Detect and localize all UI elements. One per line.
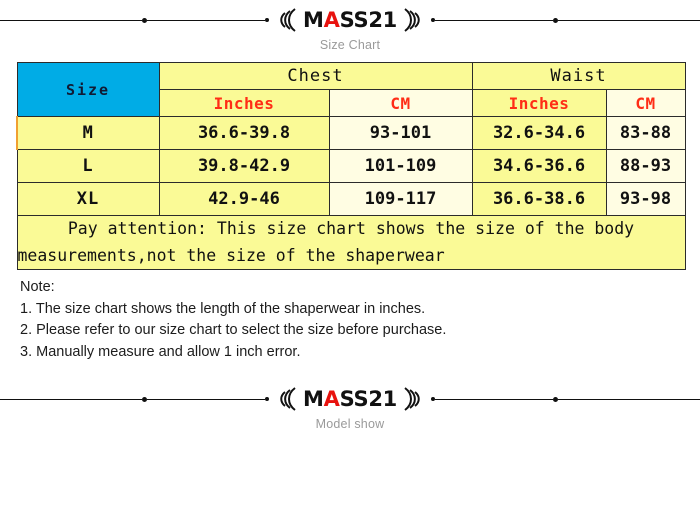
brand-logo-suffix: SS21 bbox=[339, 386, 398, 411]
cell-waist-cm-l: 88-93 bbox=[605, 149, 686, 183]
cell-waist-cm-m: 83-88 bbox=[605, 116, 686, 150]
cell-waist-inches-l: 34.6-36.6 bbox=[471, 149, 607, 183]
divider-rule-left-outer bbox=[0, 19, 55, 21]
cell-waist-inches-m: 32.6-34.6 bbox=[471, 116, 607, 150]
bottom-divider-left-group bbox=[0, 379, 270, 419]
header-unit-chest-inches: Inches bbox=[158, 89, 330, 117]
cell-waist-inches-xl: 36.6-38.6 bbox=[471, 182, 607, 216]
brand-logo-top: MASS21 bbox=[299, 7, 401, 32]
bottom-divider-right-group bbox=[430, 379, 700, 419]
cell-waist-cm-xl: 93-98 bbox=[605, 182, 686, 216]
brand-logo-bottom: MASS21 bbox=[299, 386, 401, 411]
header-size: Size bbox=[16, 62, 160, 117]
bottom-divider-rule-left-inner bbox=[147, 398, 266, 400]
cell-size-l: L bbox=[16, 149, 160, 183]
sound-wave-right-icon bbox=[404, 8, 420, 32]
brand-logo-accent: A bbox=[323, 386, 340, 411]
table-row: L 39.8-42.9 101-109 34.6-36.6 88-93 bbox=[16, 149, 686, 183]
bottom-divider-rule-left-outer bbox=[0, 398, 55, 400]
top-brand-caption: Size Chart bbox=[319, 38, 381, 52]
table-row: XL 42.9-46 109-117 36.6-38.6 93-98 bbox=[16, 182, 686, 216]
bottom-divider-rule-right-inner bbox=[434, 398, 553, 400]
divider-rule-right-outer bbox=[645, 19, 700, 21]
brand-logo-prefix: M bbox=[303, 386, 324, 411]
note-item-2: 2. Please refer to our size chart to sel… bbox=[20, 322, 447, 339]
header-group-chest: Chest bbox=[158, 62, 473, 90]
header-group-waist: Waist bbox=[471, 62, 686, 90]
divider-right-group bbox=[430, 0, 700, 40]
divider-rule-left-mid bbox=[54, 19, 143, 21]
cell-size-xl: XL bbox=[16, 182, 160, 216]
note-item-1: 1. The size chart shows the length of th… bbox=[20, 300, 426, 317]
bottom-brand-divider: MASS21 Model show bbox=[0, 379, 700, 441]
table-attention-row: Pay attention: This size chart shows the… bbox=[16, 214, 686, 271]
cell-chest-cm-xl: 109-117 bbox=[328, 182, 473, 216]
table-header-row-groups: Size Chest Waist bbox=[16, 62, 686, 117]
bottom-spacer bbox=[0, 363, 700, 379]
sound-wave-right-icon bbox=[404, 387, 420, 412]
bottom-brand-caption: Model show bbox=[315, 417, 385, 432]
cell-chest-inches-xl: 42.9-46 bbox=[158, 182, 330, 216]
divider-rule-right-inner bbox=[434, 19, 553, 21]
cell-chest-inches-m: 36.6-39.8 bbox=[158, 116, 330, 150]
bottom-divider-rule-left-mid bbox=[54, 398, 143, 400]
note-block: Note: 1. The size chart shows the length… bbox=[0, 270, 700, 363]
note-title: Note: bbox=[20, 279, 55, 296]
bottom-divider-rule-right-mid bbox=[557, 398, 646, 400]
bottom-divider-rule-right-outer bbox=[645, 398, 700, 400]
sound-wave-left-icon bbox=[280, 387, 296, 412]
header-unit-waist-cm: CM bbox=[605, 89, 686, 117]
divider-dot-left-inner bbox=[265, 18, 270, 22]
brand-logo-accent: A bbox=[323, 7, 340, 32]
sound-wave-left-icon bbox=[280, 8, 296, 32]
cell-size-m: M bbox=[16, 116, 160, 150]
cell-chest-cm-l: 101-109 bbox=[328, 149, 473, 183]
size-table-zone: Size Chest Waist Inches CM Inches CM M 3… bbox=[0, 62, 700, 271]
size-chart-table: Size Chest Waist Inches CM Inches CM M 3… bbox=[16, 62, 686, 271]
cell-chest-inches-l: 39.8-42.9 bbox=[158, 149, 330, 183]
size-chart-page: MASS21 Size Chart Size Chest Waist Inche… bbox=[0, 0, 700, 513]
divider-rule-left-inner bbox=[147, 19, 266, 21]
header-unit-waist-inches: Inches bbox=[471, 89, 607, 117]
top-brand-divider: MASS21 Size Chart bbox=[0, 0, 700, 62]
divider-left-group bbox=[0, 0, 270, 40]
table-row: M 36.6-39.8 93-101 32.6-34.6 83-88 bbox=[16, 116, 686, 150]
divider-rule-right-mid bbox=[557, 19, 646, 21]
brand-logo-suffix: SS21 bbox=[339, 7, 398, 32]
header-unit-chest-cm: CM bbox=[328, 89, 473, 117]
brand-logo-prefix: M bbox=[303, 7, 324, 32]
top-divider-row: MASS21 bbox=[0, 0, 700, 40]
bottom-divider-row: MASS21 bbox=[0, 379, 700, 419]
attention-note: Pay attention: This size chart shows the… bbox=[16, 214, 686, 271]
note-item-3: 3. Manually measure and allow 1 inch err… bbox=[20, 343, 301, 360]
cell-chest-cm-m: 93-101 bbox=[328, 116, 473, 150]
bottom-divider-dot-left-inner bbox=[265, 397, 270, 402]
